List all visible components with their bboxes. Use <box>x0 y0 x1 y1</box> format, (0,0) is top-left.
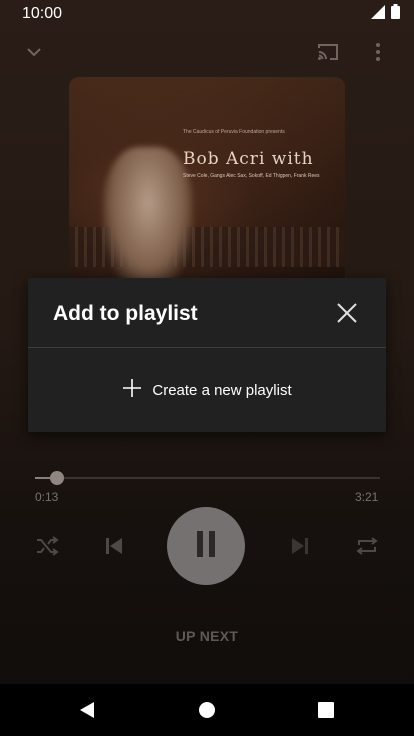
back-icon[interactable] <box>74 698 100 722</box>
signal-icon <box>371 4 385 24</box>
now-playing-screen: 10:00 The Caudicus of Peruvia Foundation… <box>0 0 414 736</box>
system-nav-bar <box>0 684 414 736</box>
playback-controls <box>0 505 414 585</box>
duration-time: 3:21 <box>355 490 379 504</box>
status-icons <box>371 4 400 24</box>
player-top-bar <box>0 34 414 70</box>
dialog-divider <box>28 347 386 348</box>
create-new-playlist-button[interactable]: Create a new playlist <box>28 368 386 412</box>
more-vert-icon[interactable] <box>366 38 390 66</box>
dialog-title: Add to playlist <box>53 302 198 325</box>
album-cover-credits: Steve Cole, Gangs Alec Sax, Sokoff, Ed T… <box>183 173 320 179</box>
seek-bar-thumb[interactable] <box>50 471 65 485</box>
up-next-tab[interactable]: UP NEXT <box>0 628 414 644</box>
album-cover-title: Bob Acri with <box>183 149 314 169</box>
seek-bar[interactable] <box>35 471 380 485</box>
album-art: The Caudicus of Peruvia Foundation prese… <box>69 77 345 287</box>
pause-button[interactable] <box>167 507 245 585</box>
battery-icon <box>391 4 400 24</box>
create-new-playlist-label: Create a new playlist <box>152 381 292 399</box>
recents-icon[interactable] <box>313 698 339 722</box>
status-bar: 10:00 <box>0 0 414 28</box>
cast-icon[interactable] <box>312 38 344 66</box>
repeat-icon[interactable] <box>350 531 384 561</box>
next-icon[interactable] <box>285 531 315 561</box>
home-icon[interactable] <box>194 698 220 722</box>
plus-icon <box>122 376 142 402</box>
status-time: 10:00 <box>22 5 63 22</box>
elapsed-time: 0:13 <box>35 490 59 504</box>
previous-icon[interactable] <box>99 531 129 561</box>
album-art-figure <box>103 147 193 287</box>
close-icon[interactable] <box>334 300 360 326</box>
shuffle-icon[interactable] <box>30 531 64 561</box>
add-to-playlist-dialog: Add to playlist Create a new playlist <box>28 278 386 432</box>
dialog-header: Add to playlist <box>28 278 386 348</box>
chevron-down-icon[interactable] <box>18 38 50 66</box>
pause-icon <box>195 530 217 562</box>
album-cover-small-text: The Caudicus of Peruvia Foundation prese… <box>183 129 285 135</box>
